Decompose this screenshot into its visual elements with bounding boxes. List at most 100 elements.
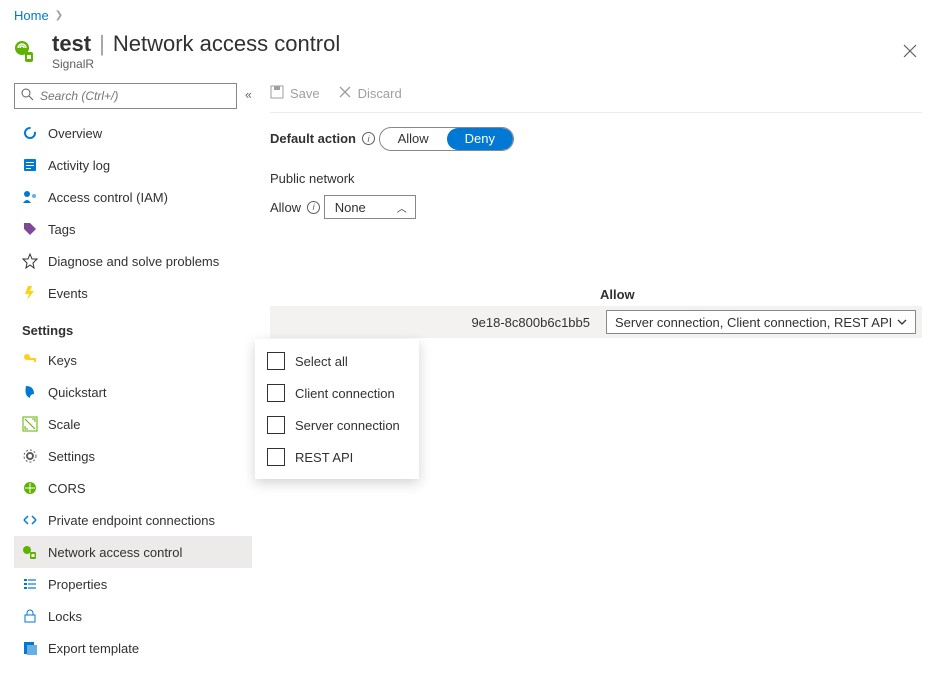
breadcrumb-home[interactable]: Home bbox=[14, 8, 49, 23]
sidebar-item-settings[interactable]: Settings bbox=[14, 440, 252, 472]
table-row: 9e18-8c800b6c1bb5 Server connection, Cli… bbox=[270, 306, 922, 338]
resource-name: test bbox=[52, 31, 91, 57]
quickstart-icon bbox=[22, 384, 38, 400]
sidebar-item-properties[interactable]: Properties bbox=[14, 568, 252, 600]
info-icon[interactable]: i bbox=[307, 201, 320, 214]
checkbox-icon[interactable] bbox=[267, 352, 285, 370]
sidebar-item-locks[interactable]: Locks bbox=[14, 600, 252, 632]
sidebar-item-private-endpoint[interactable]: Private endpoint connections bbox=[14, 504, 252, 536]
sidebar-item-keys[interactable]: Keys bbox=[14, 344, 252, 376]
allow-option-server-connection[interactable]: Server connection bbox=[255, 409, 419, 441]
save-button[interactable]: Save bbox=[270, 85, 320, 102]
toggle-deny[interactable]: Deny bbox=[447, 128, 513, 150]
title-divider: | bbox=[99, 31, 105, 57]
row-allow-dropdown[interactable]: Server connection, Client connection, RE… bbox=[606, 310, 916, 334]
search-input[interactable] bbox=[40, 89, 230, 103]
allow-option-client-connection[interactable]: Client connection bbox=[255, 377, 419, 409]
sidebar-item-label: Diagnose and solve problems bbox=[48, 254, 219, 269]
info-icon[interactable]: i bbox=[362, 132, 375, 145]
cors-icon bbox=[22, 480, 38, 496]
checkbox-icon[interactable] bbox=[267, 416, 285, 434]
chevron-down-icon bbox=[897, 315, 907, 330]
sidebar-search[interactable] bbox=[14, 83, 237, 109]
allow-option-label: REST API bbox=[295, 450, 353, 465]
allow-option-rest-api[interactable]: REST API bbox=[255, 441, 419, 473]
close-button[interactable] bbox=[894, 35, 926, 67]
properties-icon bbox=[22, 576, 38, 592]
checkbox-icon[interactable] bbox=[267, 448, 285, 466]
collapse-sidebar-icon[interactable]: » bbox=[245, 89, 252, 103]
allow-text: Allow bbox=[270, 200, 301, 215]
checkbox-icon[interactable] bbox=[267, 384, 285, 402]
default-action-text: Default action bbox=[270, 131, 356, 146]
discard-icon bbox=[338, 85, 352, 102]
public-network-heading: Public network bbox=[270, 171, 922, 186]
signalr-resource-icon bbox=[14, 38, 40, 64]
events-icon bbox=[22, 285, 38, 301]
keys-icon bbox=[22, 352, 38, 368]
default-action-label: Default action i bbox=[270, 131, 375, 146]
tags-icon bbox=[22, 221, 38, 237]
allow-dropdown[interactable]: None ︿ bbox=[324, 195, 416, 219]
allow-option-label: Server connection bbox=[295, 418, 400, 433]
allow-label: Allow i bbox=[270, 200, 320, 215]
network-access-icon bbox=[22, 544, 38, 560]
sidebar-item-label: Keys bbox=[48, 353, 77, 368]
sidebar-item-activity-log[interactable]: Activity log bbox=[14, 149, 252, 181]
sidebar-item-tags[interactable]: Tags bbox=[14, 213, 252, 245]
sidebar-item-events[interactable]: Events bbox=[14, 277, 252, 309]
sidebar-item-access-control[interactable]: Access control (IAM) bbox=[14, 181, 252, 213]
default-action-toggle[interactable]: Allow Deny bbox=[379, 127, 514, 151]
sidebar-item-label: Settings bbox=[48, 449, 95, 464]
sidebar-item-label: Properties bbox=[48, 577, 107, 592]
gear-icon bbox=[22, 448, 38, 464]
toggle-allow[interactable]: Allow bbox=[380, 128, 447, 150]
save-icon bbox=[270, 85, 284, 102]
allow-option-label: Select all bbox=[295, 354, 348, 369]
activity-log-icon bbox=[22, 157, 38, 173]
export-template-icon bbox=[22, 640, 38, 656]
breadcrumb: Home ❯ bbox=[0, 0, 940, 27]
sidebar-item-label: Tags bbox=[48, 222, 75, 237]
allow-option-select-all[interactable]: Select all bbox=[255, 345, 419, 377]
sidebar-item-label: Activity log bbox=[48, 158, 110, 173]
scale-icon bbox=[22, 416, 38, 432]
resource-type: SignalR bbox=[52, 57, 340, 71]
search-icon bbox=[21, 88, 34, 104]
allow-dropdown-panel: Select all Client connection Server conn… bbox=[255, 339, 419, 479]
sidebar-item-network-access[interactable]: Network access control bbox=[14, 536, 252, 568]
discard-button[interactable]: Discard bbox=[338, 85, 402, 102]
sidebar-item-label: Quickstart bbox=[48, 385, 107, 400]
sidebar-item-label: Private endpoint connections bbox=[48, 513, 215, 528]
sidebar-item-label: Overview bbox=[48, 126, 102, 141]
col-header-name bbox=[270, 287, 600, 302]
sidebar-item-label: CORS bbox=[48, 481, 86, 496]
sidebar-item-overview[interactable]: Overview bbox=[14, 117, 252, 149]
sidebar-item-label: Access control (IAM) bbox=[48, 190, 168, 205]
chevron-up-icon: ︿ bbox=[397, 200, 407, 215]
lock-icon bbox=[22, 608, 38, 624]
sidebar-section-settings: Settings bbox=[14, 309, 252, 344]
sidebar-item-quickstart[interactable]: Quickstart bbox=[14, 376, 252, 408]
col-header-allow: Allow bbox=[600, 287, 922, 302]
private-endpoints-section: Allow 9e18-8c800b6c1bb5 Server connectio… bbox=[270, 283, 922, 338]
sidebar-item-label: Export template bbox=[48, 641, 139, 656]
toolbar: Save Discard bbox=[270, 83, 922, 113]
discard-label: Discard bbox=[358, 86, 402, 101]
sidebar-item-label: Network access control bbox=[48, 545, 182, 560]
allow-dropdown-value: None bbox=[335, 200, 366, 215]
sidebar-item-cors[interactable]: CORS bbox=[14, 472, 252, 504]
diagnose-icon bbox=[22, 253, 38, 269]
sidebar-item-scale[interactable]: Scale bbox=[14, 408, 252, 440]
table-header: Allow bbox=[270, 283, 922, 306]
title-block: test | Network access control SignalR bbox=[52, 31, 340, 71]
sidebar-item-label: Scale bbox=[48, 417, 81, 432]
save-label: Save bbox=[290, 86, 320, 101]
sidebar-item-label: Locks bbox=[48, 609, 82, 624]
sidebar-item-label: Events bbox=[48, 286, 88, 301]
chevron-right-icon: ❯ bbox=[55, 10, 63, 21]
row-name: 9e18-8c800b6c1bb5 bbox=[276, 315, 606, 330]
page-header: test | Network access control SignalR bbox=[0, 27, 940, 77]
sidebar-item-export-template[interactable]: Export template bbox=[14, 632, 252, 664]
sidebar-item-diagnose[interactable]: Diagnose and solve problems bbox=[14, 245, 252, 277]
